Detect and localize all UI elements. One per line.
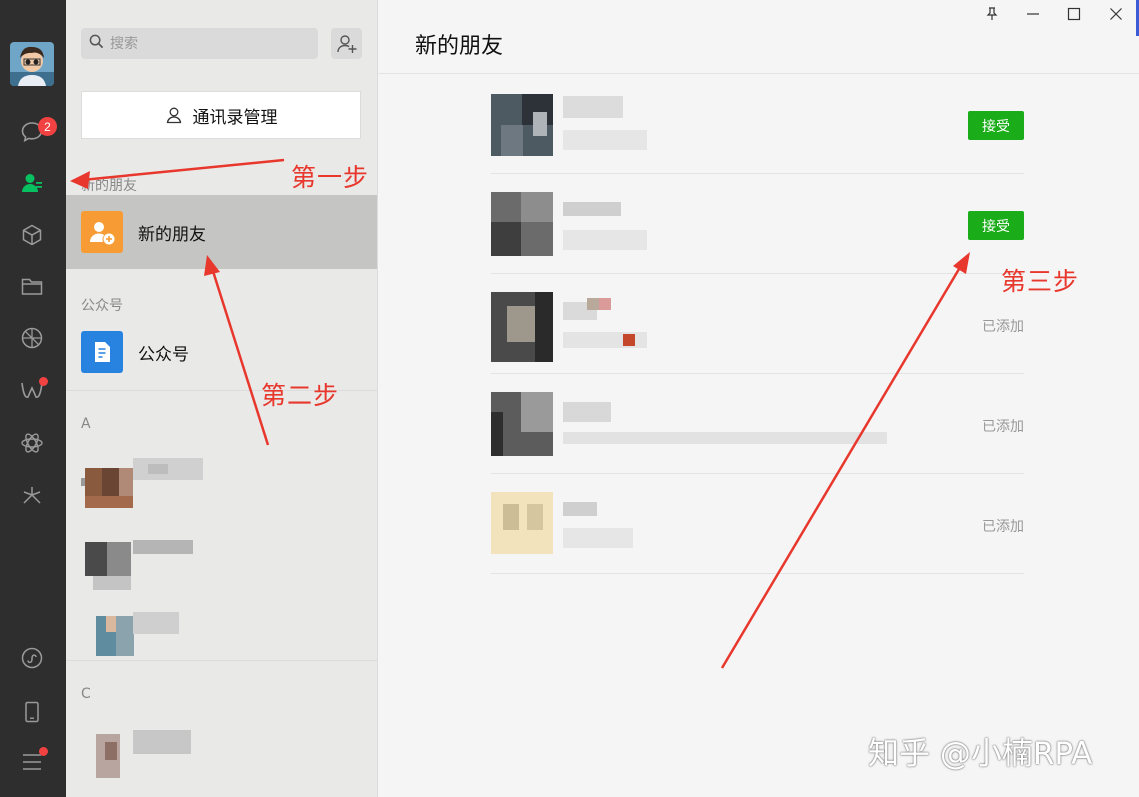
requester-info [563, 396, 963, 456]
sidebar-item-new-friends[interactable]: 新的朋友 [66, 195, 377, 269]
friend-request-row: 已添加 [491, 374, 1024, 474]
friend-request-row: 已添加 [491, 274, 1024, 374]
section-official-accounts: 公众号 [81, 298, 123, 314]
add-person-icon [336, 34, 356, 53]
unread-badge: 2 [38, 117, 57, 136]
section-a: A [81, 416, 91, 432]
friend-request-row: 接受 [491, 174, 1024, 274]
requester-avatar [491, 192, 553, 256]
requester-avatar [491, 492, 553, 556]
new-friends-label: 新的朋友 [138, 224, 206, 245]
section-new-friends: 新的朋友 [81, 178, 137, 194]
accept-button[interactable]: 接受 [968, 211, 1024, 240]
nav-rail: 2 [0, 0, 66, 797]
contacts-icon[interactable] [16, 167, 48, 199]
miniprogram-link-icon[interactable] [16, 642, 48, 674]
contact-row[interactable] [66, 510, 377, 590]
requester-avatar [491, 92, 553, 156]
add-contact-button[interactable] [331, 28, 362, 59]
official-accounts-label: 公众号 [138, 344, 189, 365]
step3-annotation: 第三步 [1001, 267, 1080, 296]
accept-button[interactable]: 接受 [968, 111, 1024, 140]
manage-button-label: 通讯录管理 [192, 107, 278, 128]
mini-programs-icon[interactable] [16, 427, 48, 459]
contact-avatar [81, 720, 133, 778]
requester-info [563, 96, 963, 156]
main-panel: 新的朋友 接受 接受 已添加 已添加 已添加 [378, 0, 1139, 797]
contact-row[interactable] [66, 704, 377, 778]
requester-info [563, 296, 963, 356]
contact-row[interactable] [66, 434, 377, 508]
watermark: 知乎 @小楠RPA [868, 736, 1093, 772]
person-icon [166, 107, 181, 124]
search-box[interactable] [81, 28, 318, 59]
added-status: 已添加 [982, 319, 1024, 335]
moments-icon[interactable] [16, 322, 48, 354]
step1-annotation: 第一步 [291, 163, 370, 192]
requester-avatar [491, 292, 553, 362]
close-icon[interactable] [1106, 4, 1126, 24]
phone-icon[interactable] [16, 696, 48, 728]
section-c: C [81, 686, 91, 702]
files-icon[interactable] [16, 270, 48, 302]
requester-info [563, 496, 963, 556]
friend-request-row: 接受 [491, 74, 1024, 174]
minimize-icon[interactable] [1023, 4, 1043, 24]
user-avatar[interactable] [10, 42, 54, 86]
menu-dot [39, 747, 48, 756]
pin-icon[interactable] [982, 4, 1002, 24]
added-status: 已添加 [982, 419, 1024, 435]
maximize-icon[interactable] [1064, 4, 1084, 24]
page-title: 新的朋友 [415, 34, 504, 59]
search-input[interactable] [110, 35, 300, 52]
contact-avatar [81, 450, 133, 508]
added-status: 已添加 [982, 519, 1024, 535]
contact-row[interactable] [66, 586, 377, 660]
official-account-icon [81, 331, 123, 373]
requester-avatar [491, 392, 553, 456]
step2-annotation: 第二步 [261, 381, 340, 410]
search-discover-icon[interactable] [16, 480, 48, 512]
requester-info [563, 196, 963, 256]
divider [66, 660, 377, 661]
favorites-icon[interactable] [16, 219, 48, 251]
channels-dot [39, 377, 48, 386]
search-icon [89, 34, 104, 53]
contact-avatar [81, 602, 134, 656]
new-friend-icon [81, 211, 123, 253]
friend-request-row: 已添加 [491, 474, 1024, 574]
contacts-manage-button[interactable]: 通讯录管理 [81, 91, 361, 139]
contact-avatar [81, 526, 133, 590]
